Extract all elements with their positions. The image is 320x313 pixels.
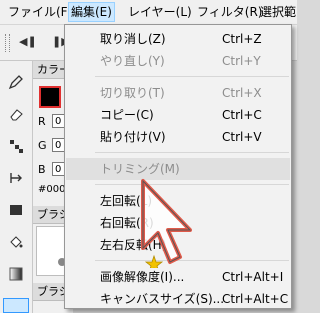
menu-item-cut[interactable]: 切り取り(T) Ctrl+X [66,82,290,104]
move-icon[interactable] [7,169,25,187]
menu-filter[interactable]: フィルタ(R) [195,3,264,21]
menu-item-copy[interactable]: コピー(C) Ctrl+C [66,104,290,126]
menu-item-paste[interactable]: 貼り付け(V) Ctrl+V [66,126,290,148]
menu-layer[interactable]: レイヤー(L) [126,3,194,21]
menu-separator [95,152,289,153]
selection-tool[interactable] [3,298,29,313]
current-color-swatch[interactable] [39,86,61,108]
skip-back-icon[interactable]: ◀❚ [19,35,37,49]
cursor-pointer-icon [141,179,192,268]
menu-item-canvas-size[interactable]: キャンバスサイズ(S)... Ctrl+Alt+C [66,288,290,310]
menu-item-trim[interactable]: トリミング(M) [66,158,290,180]
menu-item-undo[interactable]: 取り消し(Z) Ctrl+Z [66,28,290,50]
toolbar-grip[interactable] [5,34,10,52]
hex-value: #000 [38,184,66,195]
menu-item-image-resolution[interactable]: 画像解像度(I)... Ctrl+Alt+I [66,266,290,288]
b-label: B [38,163,46,176]
r-label: R [38,115,46,128]
menu-bar: ファイル(F) 編集(E) レイヤー(L) フィルタ(R) 選択範 [0,0,297,25]
menu-edit[interactable]: 編集(E) [68,2,115,22]
g-label: G [38,139,47,152]
tool-palette [0,61,33,313]
pencil-icon[interactable] [7,73,25,91]
menu-selection[interactable]: 選択範 [258,3,298,21]
menu-file[interactable]: ファイル(F) [6,3,74,21]
gradient-icon[interactable] [7,265,25,283]
eraser-icon[interactable] [7,105,25,123]
dither-icon[interactable] [7,137,25,155]
menu-item-redo[interactable]: やり直し(Y) Ctrl+Y [66,50,290,72]
fill-bucket-icon[interactable] [7,233,25,251]
menu-separator [95,76,289,77]
rectangle-icon[interactable] [7,201,25,219]
